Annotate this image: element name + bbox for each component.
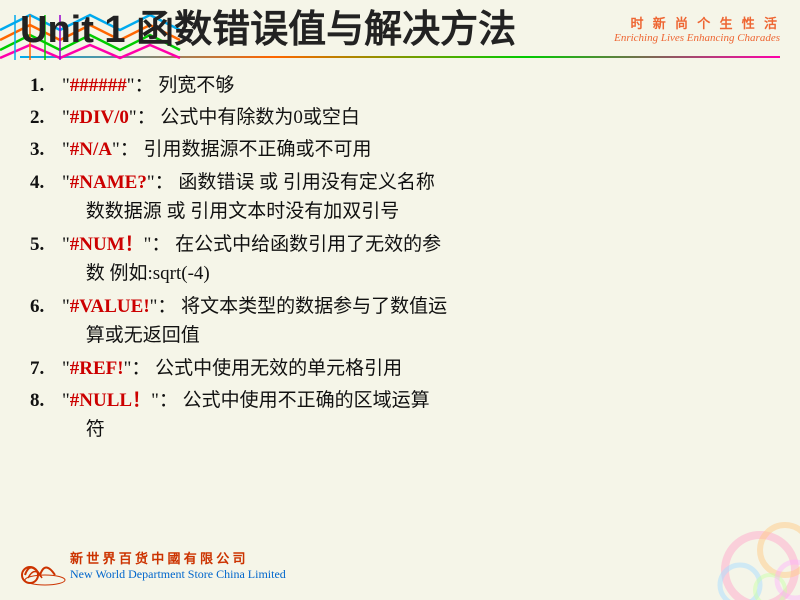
item-text: "#NULL！"： 公式中使用不正确的区域运算 符	[62, 386, 770, 445]
brand-top: 时 新 尚 个 生 性 活 Enriching Lives Enhancing …	[614, 8, 780, 44]
error-code: #VALUE!	[70, 296, 150, 317]
item-text: "######"： 列宽不够	[62, 71, 770, 100]
item-number: 8.	[30, 386, 62, 415]
page-title: Unit 1 函数错误值与解决方法	[20, 8, 516, 54]
item-text: "#NUM！"： 在公式中给函数引用了无效的参 数 例如:sqrt(-4)	[62, 230, 770, 289]
item-text: "#VALUE!"： 将文本类型的数据参与了数值运 算或无返回值	[62, 292, 770, 351]
list-item: 5. "#NUM！"： 在公式中给函数引用了无效的参 数 例如:sqrt(-4)	[30, 230, 770, 289]
item-number: 7.	[30, 354, 62, 383]
error-code: ######	[70, 75, 127, 96]
error-code: #NAME?	[70, 172, 147, 193]
list-item: 6. "#VALUE!"： 将文本类型的数据参与了数值运 算或无返回值	[30, 292, 770, 351]
company-name-en: New World Department Store China Limited	[70, 567, 286, 582]
brand-tagline-en: Enriching Lives Enhancing Charades	[614, 32, 780, 44]
list-item: 4. "#NAME?"： 函数错误 或 引用没有定义名称 数数据源 或 引用文本…	[30, 168, 770, 227]
item-number: 1.	[30, 71, 62, 100]
item-number: 6.	[30, 292, 62, 321]
error-code: #N/A	[70, 139, 112, 160]
error-list: 1. "######"： 列宽不够 2. "#DIV/0"： 公式中有除数为0或…	[30, 71, 770, 445]
list-item: 8. "#NULL！"： 公式中使用不正确的区域运算 符	[30, 386, 770, 445]
item-text: "#REF!"： 公式中使用无效的单元格引用	[62, 354, 770, 383]
brand-tagline-cn: 时 新 尚 个 生 性 活	[614, 13, 780, 32]
item-number: 2.	[30, 103, 62, 132]
error-code: #NULL！	[70, 390, 151, 411]
item-text: "#N/A"： 引用数据源不正确或不可用	[62, 135, 770, 164]
list-item: 2. "#DIV/0"： 公式中有除数为0或空白	[30, 103, 770, 132]
list-item: 3. "#N/A"： 引用数据源不正确或不可用	[30, 135, 770, 164]
item-number: 5.	[30, 230, 62, 259]
header: Unit 1 函数错误值与解决方法 时 新 尚 个 生 性 活 Enrichin…	[0, 0, 800, 54]
company-logo	[20, 540, 70, 590]
list-item: 7. "#REF!"： 公式中使用无效的单元格引用	[30, 354, 770, 383]
content-area: 1. "######"： 列宽不够 2. "#DIV/0"： 公式中有除数为0或…	[0, 66, 800, 458]
item-number: 3.	[30, 135, 62, 164]
company-info: 新 世 界 百 货 中 國 有 限 公 司 New World Departme…	[70, 548, 286, 582]
list-item: 1. "######"： 列宽不够	[30, 71, 770, 100]
page: Unit 1 函数错误值与解决方法 时 新 尚 个 生 性 活 Enrichin…	[0, 0, 800, 600]
title-text: Unit 1 函数错误值与解决方法	[20, 9, 516, 51]
error-code: #DIV/0	[70, 107, 129, 128]
item-number: 4.	[30, 168, 62, 197]
bottom-decoration	[600, 520, 800, 600]
company-name-cn: 新 世 界 百 货 中 國 有 限 公 司	[70, 548, 286, 567]
item-text: "#DIV/0"： 公式中有除数为0或空白	[62, 103, 770, 132]
bottom-area: 新 世 界 百 货 中 國 有 限 公 司 New World Departme…	[0, 530, 800, 600]
item-text: "#NAME?"： 函数错误 或 引用没有定义名称 数数据源 或 引用文本时没有…	[62, 168, 770, 227]
error-code: #NUM！	[70, 234, 144, 255]
error-code: #REF!	[70, 358, 124, 379]
